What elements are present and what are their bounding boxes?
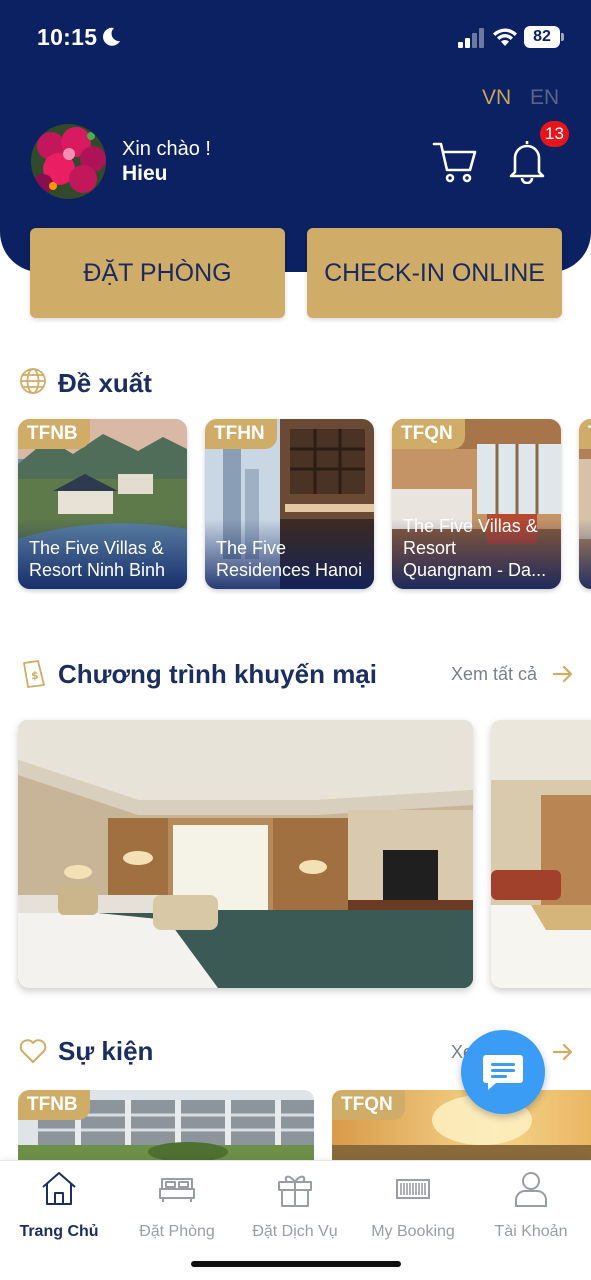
heart-icon xyxy=(19,1039,47,1063)
moon-icon xyxy=(103,27,120,46)
home-icon xyxy=(42,1172,76,1205)
notification-badge: 13 xyxy=(540,121,569,147)
bed-icon xyxy=(159,1178,195,1202)
battery-level: 82 xyxy=(524,26,560,48)
chat-button[interactable] xyxy=(461,1030,545,1114)
home-indicator[interactable] xyxy=(191,1261,401,1267)
nav-book-service[interactable]: Đặt Dịch Vụ xyxy=(236,1169,354,1249)
bell-icon[interactable] xyxy=(508,138,546,184)
hotel-room-image xyxy=(18,720,473,988)
event-tag: TFQN xyxy=(332,1090,405,1120)
nav-home[interactable]: Trang Chủ xyxy=(0,1169,118,1249)
nav-book-room[interactable]: Đặt Phòng xyxy=(118,1169,236,1249)
avatar[interactable] xyxy=(31,124,106,199)
hotel-name: The Five Villas & Resort Ninh Binh xyxy=(29,538,166,580)
svg-text:$: $ xyxy=(31,669,39,682)
hotel-tag: TFHN xyxy=(205,419,277,449)
gift-icon xyxy=(278,1175,312,1207)
event-card[interactable]: TFQN xyxy=(332,1090,591,1170)
greeting-text: Xin chào ! xyxy=(122,138,211,160)
card-shade xyxy=(579,519,591,589)
nav-label: Trang Chủ xyxy=(19,1223,99,1240)
nav-my-booking[interactable]: My Booking xyxy=(354,1169,472,1249)
cart-icon[interactable] xyxy=(432,140,478,184)
hotel-tag: TFNB xyxy=(18,419,90,449)
promotion-card[interactable] xyxy=(491,720,591,988)
status-bar: 10:15 82 xyxy=(0,0,591,75)
chat-icon xyxy=(483,1055,523,1090)
wifi-icon xyxy=(493,28,517,46)
check-in-online-button[interactable]: CHECK-IN ONLINE xyxy=(307,228,562,318)
recommended-card[interactable]: T xyxy=(579,419,591,589)
hotel-name: The Five Villas & Resort Quangnam - Da..… xyxy=(403,516,547,580)
recommended-card[interactable]: TFHN The Five Residences Hanoi xyxy=(205,419,374,589)
event-tag: TFNB xyxy=(18,1090,90,1120)
battery-cap xyxy=(561,33,564,41)
signal-icon xyxy=(458,28,484,48)
status-time: 10:15 xyxy=(37,24,98,50)
avatar-flowers-image xyxy=(31,124,106,199)
globe-icon xyxy=(20,368,46,394)
language-en[interactable]: EN xyxy=(530,86,559,110)
events-title: Sự kiện xyxy=(58,1036,154,1066)
nav-label: My Booking xyxy=(371,1223,455,1240)
promotions-title: Chương trình khuyến mại xyxy=(58,659,377,689)
language-vn[interactable]: VN xyxy=(482,86,511,110)
nav-label: Đặt Dịch Vụ xyxy=(252,1223,338,1240)
battery-indicator: 82 xyxy=(524,26,564,48)
event-card[interactable]: TFNB xyxy=(18,1090,314,1170)
nav-account[interactable]: Tài Khoản xyxy=(472,1169,590,1249)
recommended-card[interactable]: TFNB The Five Villas & Resort Ninh Binh xyxy=(18,419,187,589)
user-name: Hieu xyxy=(122,162,168,185)
hotel-tag: TFQN xyxy=(392,419,465,449)
home-screen: 10:15 82 VN EN Xin chào ! Hieu 13 ĐẶT PH… xyxy=(0,0,591,1280)
hotel-room-image xyxy=(491,720,591,988)
money-bag-icon: $ xyxy=(23,660,45,688)
book-room-button[interactable]: ĐẶT PHÒNG xyxy=(30,228,285,318)
nav-label: Tài Khoản xyxy=(494,1223,568,1240)
arrow-right-icon[interactable] xyxy=(552,1043,574,1061)
recommended-title: Đề xuất xyxy=(58,368,152,398)
recommended-card[interactable]: TFQN The Five Villas & Resort Quangnam -… xyxy=(392,419,561,589)
user-icon xyxy=(515,1172,547,1207)
hotel-tag: T xyxy=(579,419,591,449)
hotel-name: The Five Residences Hanoi xyxy=(216,538,363,580)
promotion-card[interactable] xyxy=(18,720,473,988)
barcode-icon xyxy=(396,1179,430,1199)
arrow-right-icon[interactable] xyxy=(552,665,574,683)
promotions-see-all-link[interactable]: Xem tất cả xyxy=(451,664,537,685)
nav-label: Đặt Phòng xyxy=(139,1223,215,1240)
